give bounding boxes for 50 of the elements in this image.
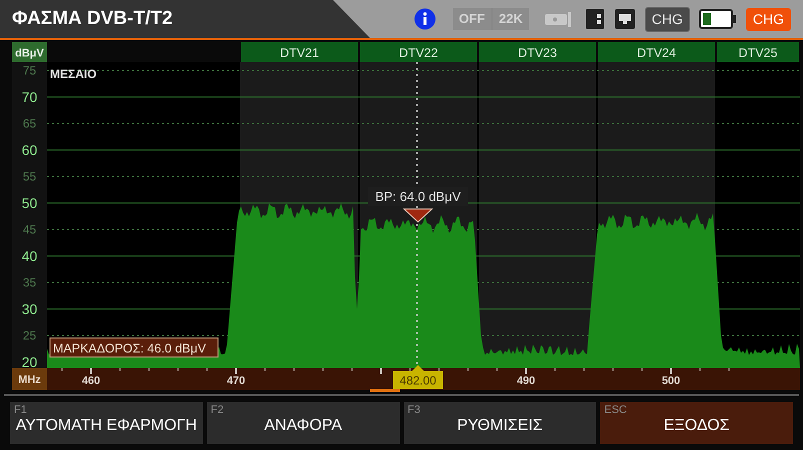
y-axis-label: 65 [22, 116, 36, 130]
y-axis-label: 60 [22, 142, 38, 158]
key-label: ΑΝΑΦΟΡΑ [264, 416, 342, 436]
peak-marker-icon [402, 208, 434, 223]
function-key[interactable]: F1 ΑΥΤΟΜΑΤΗ ΕΦΑΡΜΟΓΗ [10, 402, 203, 444]
y-axis-label: 75 [22, 64, 36, 78]
channel-label: DTV24 [637, 46, 676, 60]
channel-label: DTV22 [399, 46, 438, 60]
y-axis-label: 45 [22, 222, 36, 236]
key-label: ΕΞΟΔΟΣ [664, 416, 730, 436]
unit-label-background [12, 42, 47, 62]
y-axis-label: 20 [22, 354, 38, 370]
y-axis-label: 35 [22, 276, 36, 290]
x-axis-label: 460 [82, 375, 100, 387]
lnb-power-status: OFF [452, 8, 491, 30]
channel-label: DTV23 [518, 46, 557, 60]
y-axis-label: 30 [22, 301, 38, 317]
marker-label: ΜΑΡΚΑΔΟΡΟΣ: 46.0 dBμV [50, 338, 218, 358]
function-key[interactable]: ESC ΕΞΟΔΟΣ [600, 402, 793, 444]
y-axis-label: 25 [22, 328, 36, 342]
screen-title: ΦΑΣΜΑ DVB-T/T2 [12, 6, 173, 31]
key-hint: F3 [408, 403, 420, 418]
y-axis-label: 50 [22, 195, 38, 211]
channel-label: DTV25 [738, 46, 778, 60]
charge-status: CHG [644, 6, 690, 32]
battery-icon [698, 9, 737, 29]
marker-frequency: 482.00 [393, 365, 443, 389]
peak-label: BP: 64.0 dBμV [368, 187, 468, 206]
charge-badge: CHG [746, 8, 791, 30]
key-hint: ESC [604, 403, 627, 418]
x-axis-label: 470 [226, 375, 246, 387]
y-axis-label: 40 [22, 248, 38, 264]
channel-label: DTV21 [280, 46, 319, 60]
tone-status: 22K [492, 8, 529, 30]
x-axis-label: 500 [662, 375, 680, 387]
key-label: ΑΥΤΟΜΑΤΗ ΕΦΑΡΜΟΓΗ [16, 416, 197, 436]
trace-mode-label: ΜΕΣΑΙΟ [50, 67, 97, 81]
y-axis-label: 70 [22, 89, 38, 105]
y-axis-label: 55 [22, 170, 36, 184]
function-key[interactable]: F2 ΑΝΑΦΟΡΑ [206, 402, 400, 444]
scroll-indicator [370, 389, 400, 392]
key-hint: F2 [210, 403, 224, 418]
x-axis-label: 490 [516, 375, 536, 387]
key-hint: F1 [14, 403, 27, 418]
function-key[interactable]: F3 ΡΥΘΜΙΣΕΙΣ [404, 402, 596, 444]
frequency-unit-label: MHz [18, 374, 41, 386]
info-icon[interactable] [414, 8, 436, 30]
unit-label: dBμV [15, 48, 44, 60]
network-icon [614, 8, 636, 30]
key-label: ΡΥΘΜΙΣΕΙΣ [457, 416, 543, 436]
